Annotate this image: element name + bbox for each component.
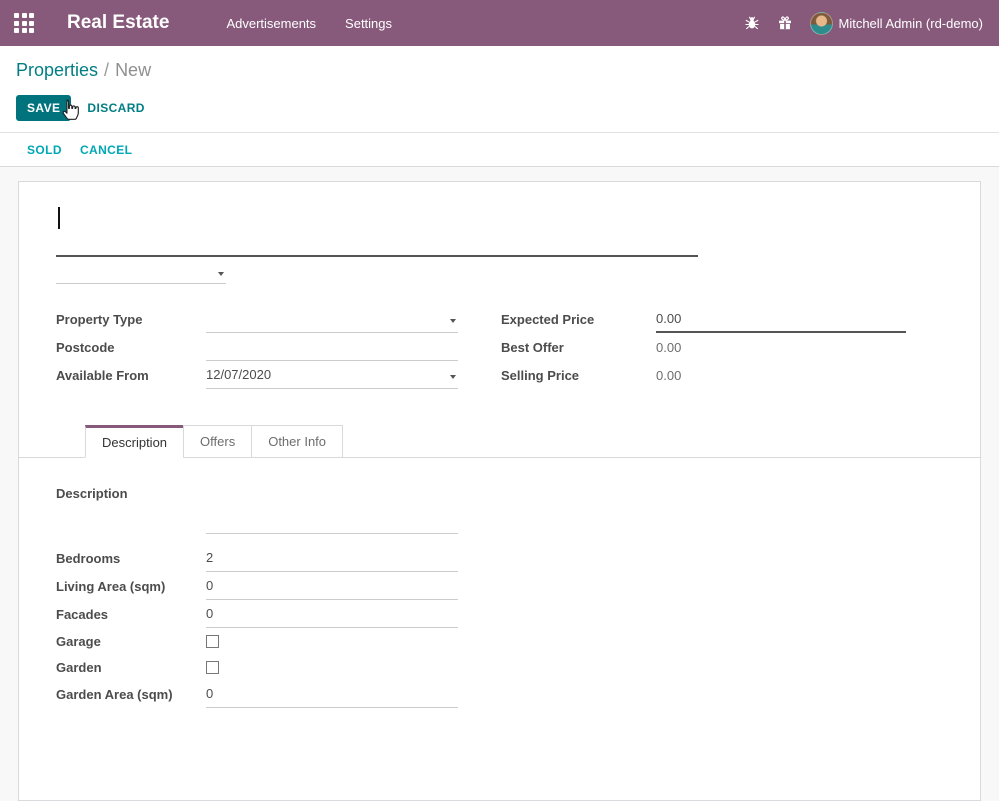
bedrooms-input[interactable]: 2 <box>206 544 458 572</box>
field-row-best-offer: Best Offer 0.00 <box>501 333 906 361</box>
field-row-living-area: Living Area (sqm) 0 <box>56 572 458 600</box>
description-fields: Bedrooms 2 Living Area (sqm) 0 Facades 0… <box>56 544 458 708</box>
header-buttons: SAVE DISCARD <box>16 95 983 121</box>
field-label: Garage <box>56 634 206 649</box>
text-cursor-caret <box>58 207 60 229</box>
facades-input[interactable]: 0 <box>206 600 458 628</box>
field-row-garage: Garage <box>56 628 458 654</box>
tab-description[interactable]: Description <box>85 425 184 458</box>
field-label: Postcode <box>56 340 206 355</box>
form-sheet: Property Type Postcode Available From 12… <box>18 181 981 801</box>
field-row-expected-price: Expected Price 0.00 <box>501 305 906 333</box>
navbar-right: Mitchell Admin (rd-demo) <box>744 12 984 35</box>
living-area-input[interactable]: 0 <box>206 572 458 600</box>
user-menu[interactable]: Mitchell Admin (rd-demo) <box>810 12 984 35</box>
expected-price-input[interactable]: 0.00 <box>656 305 906 333</box>
cancel-button[interactable]: CANCEL <box>80 143 132 157</box>
tab-other-info[interactable]: Other Info <box>251 425 343 458</box>
nav-item-advertisements[interactable]: Advertisements <box>226 16 316 31</box>
garage-checkbox[interactable] <box>206 635 219 648</box>
nav-menu: Advertisements Settings <box>226 16 392 31</box>
breadcrumb-current: New <box>115 60 151 80</box>
field-label: Expected Price <box>501 312 656 327</box>
gift-icon[interactable] <box>777 15 793 31</box>
apps-grid-icon[interactable] <box>14 13 34 33</box>
postcode-input[interactable] <box>206 333 458 361</box>
form-view: Property Type Postcode Available From 12… <box>0 167 999 801</box>
field-group-right: Expected Price 0.00 Best Offer 0.00 Sell… <box>501 305 906 389</box>
field-label: Selling Price <box>501 368 656 383</box>
user-name: Mitchell Admin (rd-demo) <box>839 16 984 31</box>
field-row-garden-area: Garden Area (sqm) 0 <box>56 680 458 708</box>
notebook-tabs: Description Offers Other Info <box>19 425 980 458</box>
field-label: Best Offer <box>501 340 656 355</box>
field-label: Available From <box>56 368 206 383</box>
form-statusbar: SOLD CANCEL <box>0 133 999 167</box>
field-row-property-type: Property Type <box>56 305 458 333</box>
field-group-left: Property Type Postcode Available From 12… <box>56 305 458 389</box>
tab-offers[interactable]: Offers <box>183 425 252 458</box>
field-row-facades: Facades 0 <box>56 600 458 628</box>
available-from-input[interactable]: 12/07/2020 <box>206 361 458 389</box>
field-row-available-from: Available From 12/07/2020 <box>56 361 458 389</box>
chevron-down-icon <box>218 272 224 276</box>
field-grid: Property Type Postcode Available From 12… <box>56 305 941 389</box>
field-label: Facades <box>56 607 206 622</box>
control-panel: Properties / New SAVE DISCARD <box>0 46 999 133</box>
field-label: Garden Area (sqm) <box>56 687 206 702</box>
description-textarea[interactable] <box>206 506 458 534</box>
nav-item-settings[interactable]: Settings <box>345 16 392 31</box>
field-label: Bedrooms <box>56 551 206 566</box>
tags-input[interactable] <box>56 257 226 284</box>
field-row-garden: Garden <box>56 654 458 680</box>
best-offer-value: 0.00 <box>656 333 906 361</box>
chevron-down-icon <box>450 375 456 379</box>
field-label: Property Type <box>56 312 206 327</box>
top-navbar: Real Estate Advertisements Settings Mitc… <box>0 0 999 46</box>
description-field-label: Description <box>56 486 941 506</box>
garden-checkbox-cell <box>206 654 458 680</box>
avatar <box>810 12 833 35</box>
bug-icon[interactable] <box>744 15 760 31</box>
app-name[interactable]: Real Estate <box>67 12 169 34</box>
garage-checkbox-cell <box>206 628 458 654</box>
sold-button[interactable]: SOLD <box>27 143 62 157</box>
property-type-input[interactable] <box>206 305 458 333</box>
field-row-postcode: Postcode <box>56 333 458 361</box>
description-tab-page: Description Bedrooms 2 Living Area (sqm)… <box>56 458 941 708</box>
discard-button[interactable]: DISCARD <box>87 101 144 115</box>
property-title-input[interactable] <box>56 202 698 257</box>
chevron-down-icon <box>450 319 456 323</box>
selling-price-value: 0.00 <box>656 361 906 389</box>
save-button[interactable]: SAVE <box>16 95 71 121</box>
field-row-selling-price: Selling Price 0.00 <box>501 361 906 389</box>
breadcrumb-properties-link[interactable]: Properties <box>16 60 98 80</box>
field-label: Living Area (sqm) <box>56 579 206 594</box>
field-row-bedrooms: Bedrooms 2 <box>56 544 458 572</box>
field-label: Garden <box>56 660 206 675</box>
breadcrumb: Properties / New <box>16 60 983 81</box>
garden-area-input[interactable]: 0 <box>206 680 458 708</box>
breadcrumb-separator: / <box>104 60 109 80</box>
garden-checkbox[interactable] <box>206 661 219 674</box>
